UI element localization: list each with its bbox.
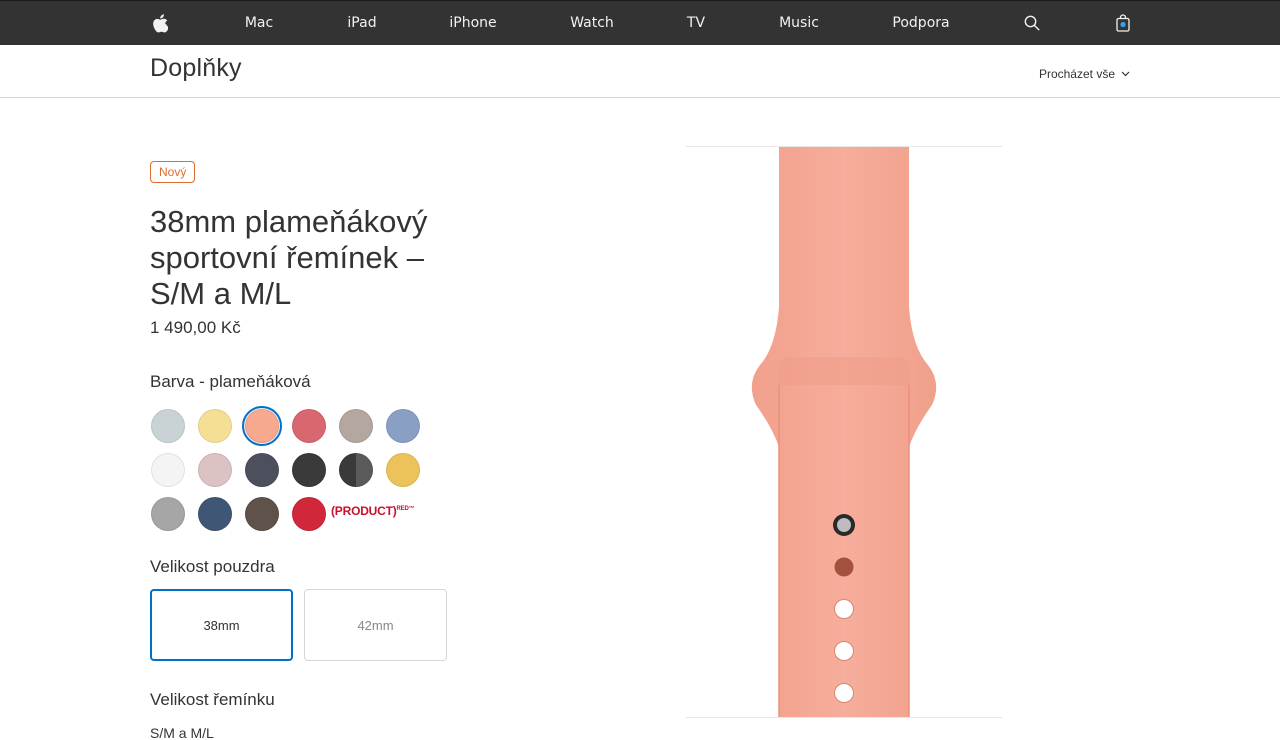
color-swatch-rose[interactable] bbox=[198, 453, 232, 487]
nav-tv[interactable]: TV bbox=[687, 1, 705, 46]
color-swatch-azure[interactable] bbox=[386, 409, 420, 443]
color-label: Barva - plameňáková bbox=[150, 372, 311, 391]
color-swatch-gold[interactable] bbox=[386, 453, 420, 487]
nav-mac[interactable]: Mac bbox=[245, 1, 273, 46]
product-red-label: (PRODUCT) bbox=[331, 504, 397, 518]
global-nav: Mac iPad iPhone Watch TV Music Podpora bbox=[0, 0, 1280, 45]
nav-music[interactable]: Music bbox=[779, 1, 819, 46]
color-swatch-black-split[interactable] bbox=[339, 453, 373, 487]
product-price: 1 490,00 Kč bbox=[150, 318, 241, 337]
color-swatch-flamingo[interactable] bbox=[245, 409, 279, 443]
color-swatch-light-blue-gray[interactable] bbox=[151, 409, 185, 443]
product-image bbox=[686, 146, 1002, 718]
nav-watch[interactable]: Watch bbox=[570, 1, 614, 46]
band-size-label: Velikost řemínku bbox=[150, 690, 275, 709]
band-size-value: S/M a M/L bbox=[150, 725, 214, 740]
color-swatch-cocoa[interactable] bbox=[245, 497, 279, 531]
local-nav: Doplňky Procházet vše bbox=[0, 45, 1280, 98]
page-title[interactable]: Doplňky bbox=[150, 54, 242, 83]
browse-all-link[interactable]: Procházet vše bbox=[1039, 67, 1130, 81]
color-swatch-midnight[interactable] bbox=[245, 453, 279, 487]
case-size-label: Velikost pouzdra bbox=[150, 557, 275, 576]
color-swatch-pink-sand[interactable] bbox=[292, 409, 326, 443]
case-size-42mm-button[interactable]: 42mm bbox=[304, 589, 447, 661]
color-swatch-black[interactable] bbox=[292, 453, 326, 487]
case-size-38mm-button[interactable]: 38mm bbox=[150, 589, 293, 661]
browse-all-label: Procházet vše bbox=[1038, 67, 1115, 81]
watch-band-image bbox=[751, 147, 937, 717]
product-title: 38mm plameňákový sportovní řemínek – S/M… bbox=[150, 204, 428, 311]
nav-podpora[interactable]: Podpora bbox=[892, 1, 949, 46]
color-swatch-yellow[interactable] bbox=[198, 409, 232, 443]
apple-logo-icon[interactable] bbox=[149, 12, 171, 34]
chevron-down-icon bbox=[1121, 71, 1130, 77]
product-red-sup: RED™ bbox=[396, 506, 415, 512]
shopping-bag-icon[interactable] bbox=[1112, 12, 1134, 34]
new-badge: Nový bbox=[150, 161, 196, 183]
search-icon[interactable] bbox=[1021, 12, 1043, 34]
color-swatch-gray[interactable] bbox=[151, 497, 185, 531]
color-swatch-ocean-blue[interactable] bbox=[198, 497, 232, 531]
color-swatch-white[interactable] bbox=[151, 453, 185, 487]
nav-iphone[interactable]: iPhone bbox=[449, 1, 496, 46]
color-swatch-red[interactable] bbox=[292, 497, 326, 531]
product-red-swatch[interactable]: (PRODUCT)RED™ bbox=[331, 504, 415, 518]
color-swatch-stone[interactable] bbox=[339, 409, 373, 443]
nav-ipad[interactable]: iPad bbox=[347, 1, 376, 46]
